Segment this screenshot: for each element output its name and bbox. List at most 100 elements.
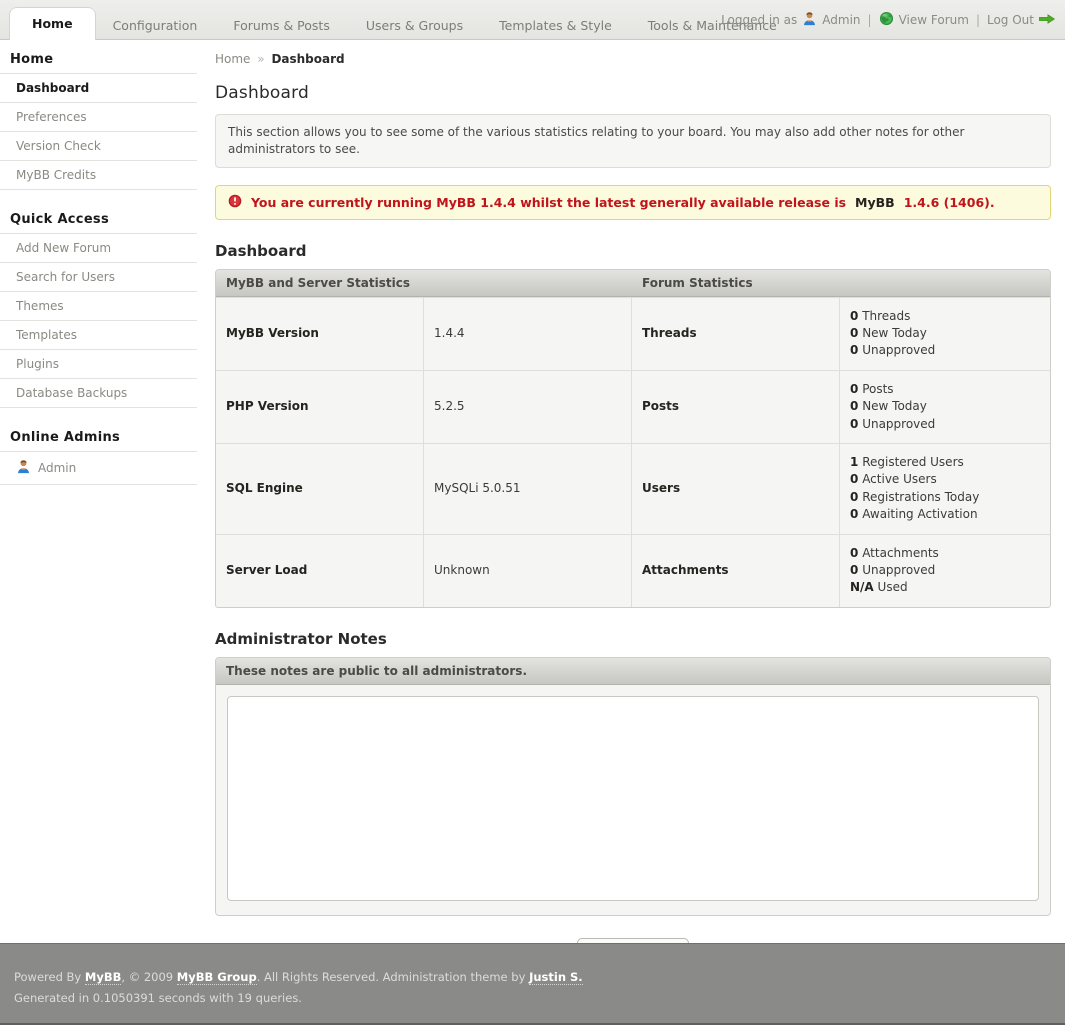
footer-rights: . All Rights Reserved. Administration th… [256,970,530,984]
column-header-mybb-server-statistics: MyBB and Server Statistics [226,275,410,290]
stat-line: 0 Threads [850,308,911,323]
statistics-table: MyBB and Server Statistics Forum Statist… [215,268,1051,608]
stat-line: 0 Unapproved [850,343,936,358]
sidebar-item-dashboard[interactable]: Dashboard [0,73,197,102]
stat-line: 0 Posts [850,381,894,396]
sidebar-item-label: Admin [38,461,77,475]
stat-line: 0 Unapproved [850,416,936,431]
cell-left-value: MySQLi 5.0.51 [424,443,632,534]
statistics-table-header: MyBB and Server Statistics Forum Statist… [216,269,1050,297]
stat-line: 0 Active Users [850,472,937,487]
notes-textarea[interactable] [227,695,1039,901]
tab-users-groups[interactable]: Users & Groups [348,12,481,40]
tab-home[interactable]: Home [10,8,95,40]
tab-configuration[interactable]: Configuration [95,12,216,40]
footer-author-link[interactable]: Justin S. [529,970,583,985]
userbar-separator-2: | [975,13,980,27]
stat-line: 0 Unapproved [850,562,936,577]
notes-panel-header: These notes are public to all administra… [216,657,1050,685]
info-description-box: This section allows you to see some of t… [215,114,1051,168]
cell-right-label: Attachments [632,534,840,607]
user-avatar-icon [16,459,31,477]
warning-text-mybb: MyBB [855,194,895,210]
table-row: Server Load Unknown Attachments 0 Attach… [216,533,1050,607]
version-warning-banner: You are currently running MyBB 1.4.4 whi… [215,184,1051,220]
sidebar-item-database-backups[interactable]: Database Backups [0,378,197,408]
breadcrumb-separator: » [257,52,265,66]
notes-section-title: Administrator Notes [215,629,387,648]
stat-line: 0 Attachments [850,545,939,560]
cell-left-label: SQL Engine [216,443,424,534]
cell-left-value: 1.4.4 [424,297,632,370]
cell-right-values: 1 Registered Users 0 Active Users 0 Regi… [840,444,1050,534]
log-out-link[interactable]: Log Out [987,13,1034,27]
sidebar-group-quick-access: Quick Access Add New Forum Search for Us… [0,212,197,408]
notes-panel-body [216,685,1050,915]
administrator-notes-panel: These notes are public to all administra… [215,656,1051,916]
footer-copyright: , © 2009 [121,970,177,984]
table-row: PHP Version 5.2.5 Posts 0 Posts 0 New To… [216,369,1050,443]
user-session-bar: Logged in as Admin | View Forum | Log Ou… [721,0,1056,40]
stat-line: 1 Registered Users [850,454,964,469]
username-label[interactable]: Admin [822,13,860,27]
cell-right-label: Threads [632,297,840,370]
sidebar-group-title-online-admins: Online Admins [10,430,121,445]
sidebar-item-add-new-forum[interactable]: Add New Forum [0,233,197,262]
sidebar: Home Dashboard Preferences Version Check… [0,40,197,507]
page-footer: Powered By MyBB, © 2009 MyBB Group. All … [0,943,1065,1025]
footer-mybb-link[interactable]: MyBB [84,970,122,985]
sidebar-item-online-admin[interactable]: Admin [0,451,197,485]
sidebar-group-home: Home Dashboard Preferences Version Check… [0,52,197,190]
sidebar-item-templates[interactable]: Templates [0,320,197,349]
logged-in-label: Logged in as [721,13,798,27]
sidebar-item-preferences[interactable]: Preferences [0,102,197,131]
stat-line: 0 New Today [850,399,927,414]
cell-right-label: Posts [632,370,840,443]
stat-line: 0 Awaiting Activation [850,507,978,522]
cell-left-value: Unknown [424,534,632,607]
tab-forums-posts[interactable]: Forums & Posts [215,12,348,40]
nav-tab-list: Home Configuration Forums & Posts Users … [0,0,795,40]
cell-left-label: Server Load [216,534,424,607]
table-row: MyBB Version 1.4.4 Threads 0 Threads 0 N… [216,296,1050,370]
column-header-forum-statistics: Forum Statistics [642,275,753,290]
sidebar-item-mybb-credits[interactable]: MyBB Credits [0,160,197,190]
warning-text-version: 1.4.6 (1406). [903,194,995,210]
footer-mybb-group-link[interactable]: MyBB Group [176,970,257,985]
error-circle-icon [228,194,242,211]
stat-line: 0 New Today [850,325,927,340]
cell-left-value: 5.2.5 [424,370,632,443]
page-title: Dashboard [215,83,310,103]
view-forum-link[interactable]: View Forum [899,13,969,27]
stat-line: 0 Registrations Today [850,489,980,504]
cell-left-label: MyBB Version [216,297,424,370]
footer-credits-line: Powered By MyBB, © 2009 MyBB Group. All … [14,967,1065,988]
footer-generated-line: Generated in 0.1050391 seconds with 19 q… [14,991,302,1006]
user-avatar-icon [802,11,817,29]
cell-left-label: PHP Version [216,370,424,443]
sidebar-group-online-admins: Online Admins Admin [0,430,197,485]
breadcrumb: Home » Dashboard [215,40,1051,66]
breadcrumb-current: Dashboard [271,52,345,66]
cell-right-values: 0 Posts 0 New Today 0 Unapproved [840,371,1050,443]
cell-right-values: 0 Attachments 0 Unapproved N/A Used [840,535,1050,607]
sidebar-item-version-check[interactable]: Version Check [0,131,197,160]
warning-text-main: You are currently running MyBB 1.4.4 whi… [251,194,847,210]
stat-line: N/A Used [850,580,908,595]
userbar-separator-1: | [867,13,872,27]
sidebar-item-themes[interactable]: Themes [0,291,197,320]
main-content: Home » Dashboard Dashboard This section … [215,40,1051,967]
breadcrumb-home[interactable]: Home [215,52,250,66]
stats-section-title: Dashboard [215,241,307,260]
tab-templates-style[interactable]: Templates & Style [481,12,630,40]
sidebar-group-title-quick-access: Quick Access [10,212,110,227]
cell-right-label: Users [632,443,840,534]
cell-right-values: 0 Threads 0 New Today 0 Unapproved [840,298,1050,370]
arrow-right-icon[interactable] [1038,13,1056,28]
footer-powered-by: Powered By [14,970,82,984]
sidebar-item-search-for-users[interactable]: Search for Users [0,262,197,291]
sidebar-item-plugins[interactable]: Plugins [0,349,197,378]
table-row: SQL Engine MySQLi 5.0.51 Users 1 Registe… [216,442,1050,534]
page-body: Home Dashboard Preferences Version Check… [0,40,1065,967]
top-navigation-bar: Home Configuration Forums & Posts Users … [0,0,1065,40]
